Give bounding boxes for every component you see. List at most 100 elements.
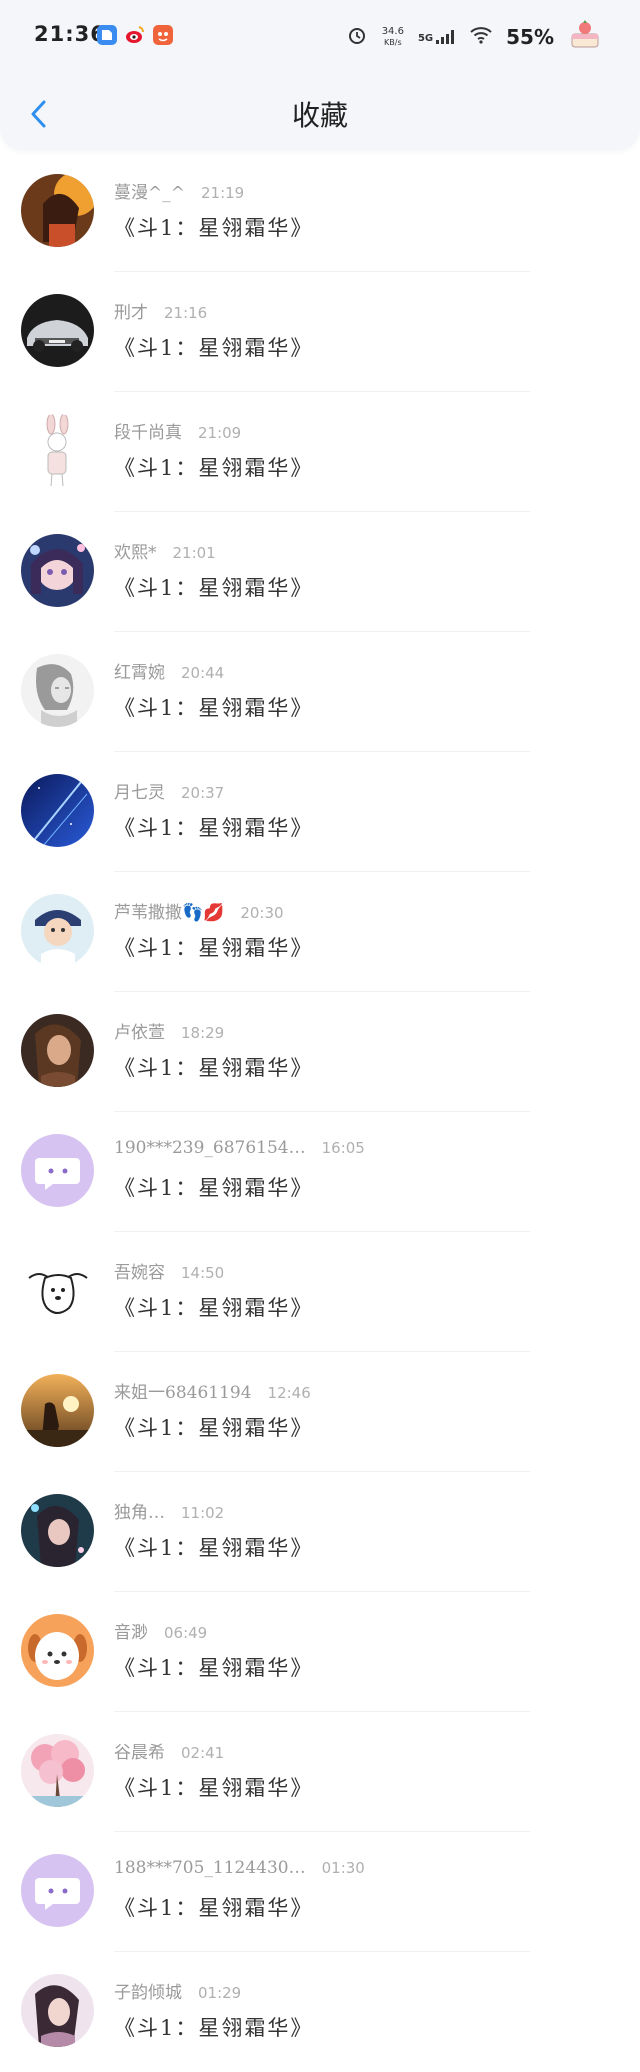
book-title: 《斗1：星翎霜华》 — [114, 696, 314, 720]
avatar[interactable] — [21, 414, 94, 487]
user-name: 段千尚真 — [114, 423, 182, 443]
timestamp: 06:49 — [164, 1624, 208, 1642]
book-title: 《斗1：星翎霜华》 — [114, 1656, 314, 1680]
user-name: 谷晨希 — [114, 1743, 165, 1763]
item-meta: 188***705_1124430… 01:30 — [114, 1858, 600, 1878]
book-title: 《斗1：星翎霜华》 — [114, 336, 314, 360]
timestamp: 14:50 — [181, 1264, 225, 1282]
user-name: 刑才 — [114, 303, 148, 323]
avatar[interactable] — [21, 1494, 94, 1567]
list-item[interactable]: 卢依萱 18:29 《斗1：星翎霜华》 — [0, 992, 640, 1112]
list-item[interactable]: 音渺 06:49 《斗1：星翎霜华》 — [0, 1592, 640, 1712]
user-name: 红霄婉 — [114, 663, 165, 683]
book-title: 《斗1：星翎霜华》 — [114, 936, 314, 960]
timestamp: 02:41 — [181, 1744, 225, 1762]
list-item[interactable]: 欢熙* 21:01 《斗1：星翎霜华》 — [0, 512, 640, 632]
game-app-icon — [152, 24, 174, 46]
list-item[interactable]: 吾婉容 14:50 《斗1：星翎霜华》 — [0, 1232, 640, 1352]
book-title: 《斗1：星翎霜华》 — [114, 1776, 314, 1800]
avatar[interactable] — [21, 1974, 94, 2047]
timestamp: 16:05 — [321, 1139, 365, 1157]
item-meta: 谷晨希 02:41 — [114, 1738, 600, 1763]
network-speed-unit: KB/s — [384, 38, 402, 47]
nav-bar: 收藏 — [0, 80, 640, 150]
avatar[interactable] — [21, 1374, 94, 1447]
item-meta: 红霄婉 20:44 — [114, 658, 600, 683]
list-item[interactable]: 蔓漫^_^ 21:19 《斗1：星翎霜华》 — [0, 152, 640, 272]
avatar[interactable] — [21, 654, 94, 727]
status-icons: 34.6 KB/s 5G 55% — [346, 20, 602, 52]
network-speed-value: 34.6 — [381, 26, 404, 37]
avatar[interactable] — [21, 294, 94, 367]
list-item[interactable]: 独角… 11:02 《斗1：星翎霜华》 — [0, 1472, 640, 1592]
avatar[interactable] — [21, 894, 94, 967]
book-title: 《斗1：星翎霜华》 — [114, 1536, 314, 1560]
book-title: 《斗1：星翎霜华》 — [114, 456, 314, 480]
user-name: 月七灵 — [114, 783, 165, 803]
book-title: 《斗1：星翎霜华》 — [114, 1056, 314, 1080]
list-item[interactable]: 子韵倾城 01:29 《斗1：星翎霜华》 — [0, 1952, 640, 2072]
notes-app-icon — [96, 24, 118, 46]
item-meta: 卢依萱 18:29 — [114, 1018, 600, 1043]
timestamp: 11:02 — [181, 1504, 225, 1522]
timestamp: 21:19 — [201, 184, 245, 202]
avatar[interactable] — [21, 1254, 94, 1327]
item-meta: 刑才 21:16 — [114, 298, 600, 323]
avatar[interactable] — [21, 1014, 94, 1087]
weibo-icon — [124, 24, 146, 46]
book-title: 《斗1：星翎霜华》 — [114, 216, 314, 240]
list-item[interactable]: 芦苇撒撒👣💋 20:30 《斗1：星翎霜华》 — [0, 872, 640, 992]
item-meta: 蔓漫^_^ 21:19 — [114, 178, 600, 203]
user-name: 子韵倾城 — [114, 1983, 182, 2003]
list-item[interactable]: 谷晨希 02:41 《斗1：星翎霜华》 — [0, 1712, 640, 1832]
network-speed: 34.6 KB/s — [382, 26, 404, 48]
timestamp: 18:29 — [181, 1024, 225, 1042]
book-title: 《斗1：星翎霜华》 — [114, 816, 314, 840]
battery-level: 55% — [506, 25, 554, 49]
book-title: 《斗1：星翎霜华》 — [114, 2016, 314, 2040]
list-item[interactable]: 190***239_6876154… 16:05 《斗1：星翎霜华》 — [0, 1112, 640, 1232]
timestamp: 01:29 — [198, 1984, 242, 2002]
timestamp: 21:09 — [198, 424, 242, 442]
list-item[interactable]: 红霄婉 20:44 《斗1：星翎霜华》 — [0, 632, 640, 752]
item-meta: 欢熙* 21:01 — [114, 538, 600, 563]
avatar[interactable] — [21, 1734, 94, 1807]
item-meta: 子韵倾城 01:29 — [114, 1978, 600, 2003]
book-title: 《斗1：星翎霜华》 — [114, 1296, 314, 1320]
item-meta: 音渺 06:49 — [114, 1618, 600, 1643]
user-name: 卢依萱 — [114, 1023, 165, 1043]
list-item[interactable]: 段千尚真 21:09 《斗1：星翎霜华》 — [0, 392, 640, 512]
list-item[interactable]: 月七灵 20:37 《斗1：星翎霜华》 — [0, 752, 640, 872]
item-meta: 吾婉容 14:50 — [114, 1258, 600, 1283]
user-name: 芦苇撒撒👣💋 — [114, 903, 225, 923]
list-item[interactable]: 188***705_1124430… 01:30 《斗1：星翎霜华》 — [0, 1832, 640, 1952]
cake-battery-icon — [568, 18, 602, 56]
book-title: 《斗1：星翎霜华》 — [114, 1176, 314, 1200]
timestamp: 01:30 — [321, 1859, 365, 1877]
page-title: 收藏 — [291, 99, 348, 132]
timestamp: 12:46 — [267, 1384, 311, 1402]
user-name: 独角… — [114, 1503, 165, 1523]
user-name: 190***239_6876154… — [114, 1138, 306, 1158]
book-title: 《斗1：星翎霜华》 — [114, 1896, 314, 1920]
list-item[interactable]: 来姐一68461194 12:46 《斗1：星翎霜华》 — [0, 1352, 640, 1472]
avatar[interactable] — [21, 774, 94, 847]
user-name: 188***705_1124430… — [114, 1858, 306, 1878]
item-meta: 段千尚真 21:09 — [114, 418, 600, 443]
avatar[interactable] — [21, 1614, 94, 1687]
avatar[interactable] — [21, 1134, 94, 1207]
user-name: 音渺 — [114, 1623, 148, 1643]
item-meta: 来姐一68461194 12:46 — [114, 1378, 600, 1403]
alarm-icon — [346, 24, 368, 50]
item-meta: 独角… 11:02 — [114, 1498, 600, 1523]
book-title: 《斗1：星翎霜华》 — [114, 1416, 314, 1440]
avatar[interactable] — [21, 174, 94, 247]
avatar[interactable] — [21, 534, 94, 607]
top-header: 21:36 34.6 KB/s 5G 55% 收藏 — [0, 0, 640, 150]
timestamp: 20:30 — [240, 904, 284, 922]
user-name: 蔓漫^_^ — [114, 183, 185, 203]
user-name: 欢熙* — [114, 543, 157, 563]
list-item[interactable]: 刑才 21:16 《斗1：星翎霜华》 — [0, 272, 640, 392]
avatar[interactable] — [21, 1854, 94, 1927]
timestamp: 21:01 — [172, 544, 216, 562]
